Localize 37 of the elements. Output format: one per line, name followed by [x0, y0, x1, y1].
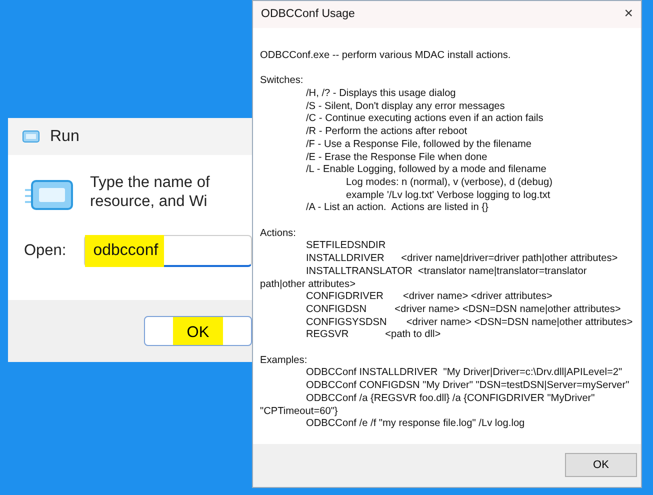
usage-line: /H, /? - Displays this usage dialog: [305, 88, 457, 101]
section-text: Actions:: [260, 228, 297, 240]
usage-line: ODBCConf /a {REGSVR foo.dll} /a {CONFIGDRIVER "MyDriver": [305, 392, 596, 406]
usage-line: example '/Lv log.txt' Verbose logging to log.txt: [345, 190, 552, 202]
usage-line: ODBCConf CONFIGDSN "My Driver" "DSN=testDSN|Server=myServer": [305, 380, 630, 393]
ok-button[interactable]: OK: [565, 453, 637, 478]
input-field[interactable]: odbcconf: [84, 235, 252, 267]
section-text: Examples:: [260, 354, 308, 368]
open-label: Open:: [24, 241, 66, 262]
section-text: "CPTimeout=60"}: [260, 406, 339, 418]
section-text: ODBCConf.exe -- perform various MDAC install actions.: [260, 50, 512, 63]
usage-line: CONFIGDSN <driver name> <DSN=DSN name|other attributes>: [305, 304, 622, 317]
window-title: ODBCConf Usage: [261, 6, 355, 22]
prompt-text: Type the name of resource, and Wi: [90, 173, 210, 212]
usage-line: /E - Erase the Response File when done: [305, 152, 488, 164]
ok-button[interactable]: OK: [144, 316, 252, 346]
usage-line: /R - Perform the actions after reboot: [305, 126, 468, 139]
usage-line: ODBCConf INSTALLDRIVER "My Driver|Driver=c:\Drv.dll|APILevel=2": [305, 367, 624, 380]
usage-line: CONFIGDRIVER <driver name> <driver attributes>: [305, 291, 554, 304]
usage-line: REGSVR <path to dll>: [305, 329, 442, 342]
usage-line: /F - Use a Response File, followed by the filename: [305, 138, 533, 152]
usage-line: /A - List an action. Actions are listed in {}: [305, 202, 490, 216]
usage-line: Log modes: n (normal), v (verbose), d (debug): [345, 176, 554, 190]
usage-line: INSTALLDRIVER <driver name|driver=driver path|other attributes>: [305, 253, 619, 266]
close-button[interactable]: ×: [622, 3, 635, 26]
usage-line: INSTALLTRANSLATOR <translator name|translator=translator: [305, 266, 588, 279]
usage-line: CONFIGSYSDSN <driver name> <DSN=DSN name|other attributes>: [305, 316, 634, 330]
usage-line: SETFILEDSNDIR: [305, 240, 387, 254]
usage-line: ODBCConf /e /f "my response file.log" /Lv log.log: [305, 418, 526, 431]
usage-line: /S - Silent, Don't display any error messages: [305, 100, 506, 114]
run-icon: [24, 177, 74, 213]
section-text: path|other attributes>: [260, 278, 356, 292]
usage-line: /L - Enable Logging, followed by a mode and filename: [305, 164, 548, 177]
section-text: Switches:: [260, 75, 304, 88]
run-icon: [22, 130, 40, 143]
usage-line: /C - Continue executing actions even if an action fails: [305, 113, 544, 126]
window-title: Run: [50, 126, 80, 146]
